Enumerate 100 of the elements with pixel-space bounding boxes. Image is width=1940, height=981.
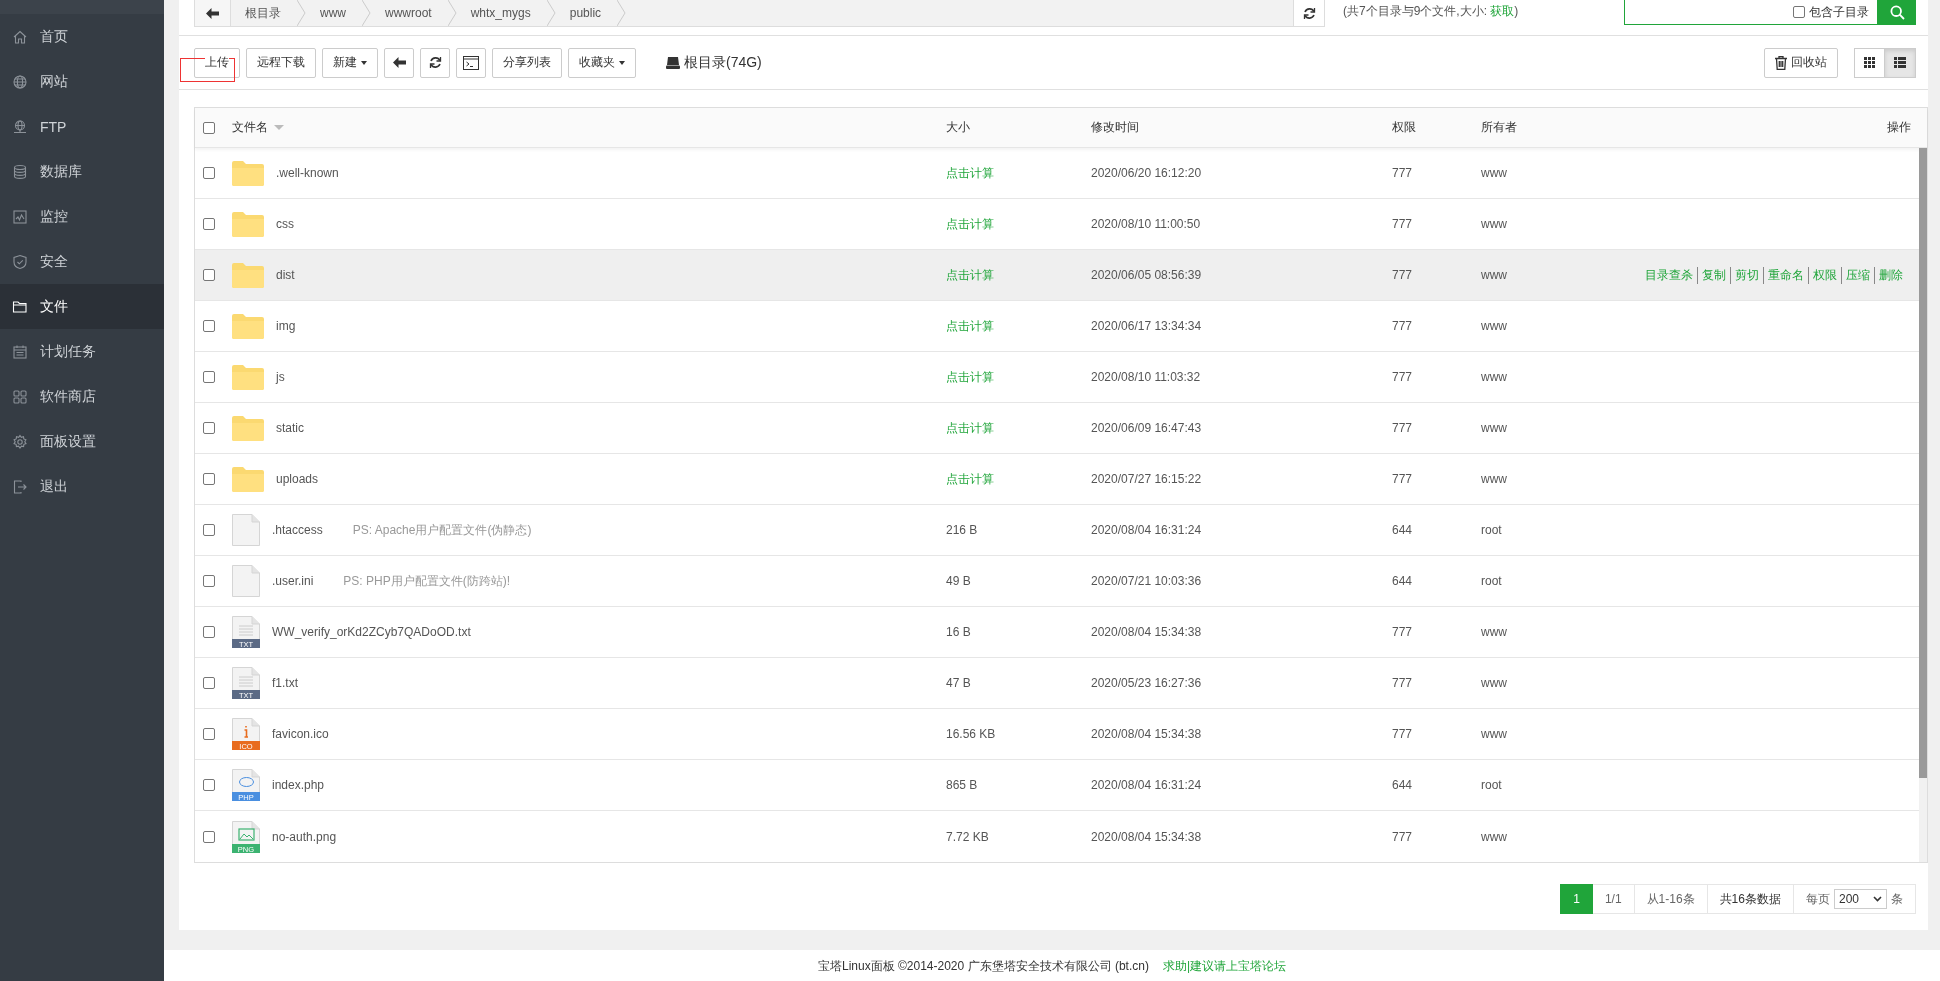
sidebar-item[interactable]: 软件商店: [0, 374, 164, 419]
dropdown-button[interactable]: 收藏夹: [568, 47, 636, 78]
terminal-button[interactable]: [456, 47, 486, 78]
folder-icon: [232, 211, 264, 237]
file-name[interactable]: js: [276, 370, 285, 384]
recycle-bin-button[interactable]: 回收站: [1764, 47, 1838, 78]
modified-time: 2020/07/21 10:03:36: [1091, 574, 1203, 588]
file-name[interactable]: uploads: [276, 472, 319, 486]
toolbar-button[interactable]: 分享列表: [492, 47, 562, 78]
dropdown-button[interactable]: 新建: [322, 47, 378, 78]
refresh-button[interactable]: [420, 47, 450, 78]
permission: 644: [1392, 523, 1414, 537]
refresh-icon: [428, 56, 442, 69]
folder-icon: [232, 415, 264, 441]
file-row[interactable]: uploads 点击计算 2020/07/27 16:15:22 777 www: [195, 454, 1919, 505]
breadcrumb-item[interactable]: wwwroot: [371, 0, 448, 26]
file-name[interactable]: img: [276, 319, 296, 333]
file-row[interactable]: js 点击计算 2020/08/10 11:03:32 777 www: [195, 352, 1919, 403]
row-checkbox[interactable]: [203, 728, 215, 740]
owner: www: [1481, 625, 1508, 639]
breadcrumb-item[interactable]: www: [306, 0, 362, 26]
grid-view-button[interactable]: [1854, 47, 1885, 78]
toolbar-button[interactable]: 远程下载: [246, 47, 316, 78]
row-checkbox[interactable]: [203, 320, 215, 332]
back-button[interactable]: [195, 0, 231, 26]
per-page-select[interactable]: 200: [1833, 889, 1887, 909]
back-button[interactable]: [384, 47, 414, 78]
sidebar-item[interactable]: 数据库: [0, 149, 164, 194]
file-name[interactable]: f1.txt: [272, 676, 298, 690]
sidebar-item[interactable]: FTP: [0, 104, 164, 149]
file-note: PS: Apache用户配置文件(伪静态): [352, 521, 532, 539]
chevron-down-icon: [1873, 896, 1882, 902]
breadcrumb-item[interactable]: 根目录: [231, 0, 297, 26]
file-name[interactable]: css: [276, 217, 294, 231]
sidebar-item[interactable]: 安全: [0, 239, 164, 284]
sidebar-item[interactable]: 面板设置: [0, 419, 164, 464]
owner: www: [1481, 166, 1508, 180]
refresh-button[interactable]: [1293, 0, 1324, 26]
file-name[interactable]: no-auth.png: [272, 829, 337, 844]
row-checkbox[interactable]: [203, 269, 215, 281]
modified-time: 2020/05/23 16:27:36: [1091, 676, 1203, 690]
search-field[interactable]: 包含子目录: [1624, 0, 1878, 25]
file-row[interactable]: .well-known 点击计算 2020/06/20 16:12:20 777 www: [195, 148, 1919, 199]
permission: 777: [1392, 472, 1414, 486]
modified-time: 2020/07/27 16:15:22: [1091, 472, 1203, 486]
sidebar-item[interactable]: 计划任务: [0, 329, 164, 374]
sidebar-item[interactable]: 首页: [0, 14, 164, 59]
row-checkbox[interactable]: [203, 779, 215, 791]
page-count: 1/1: [1592, 884, 1635, 914]
file-size: 47 B: [946, 676, 972, 690]
file-row[interactable]: .htaccess PS: Apache用户配置文件(伪静态) 216 B 2020/08/04 16:31:24 644 root: [195, 505, 1919, 556]
grid-icon: [1864, 57, 1875, 68]
list-view-button[interactable]: [1885, 47, 1916, 78]
file-row[interactable]: .user.ini PS: PHP用户配置文件(防跨站)! 49 B 2020/07/21 10:03:36 644 root: [195, 556, 1919, 607]
file-name[interactable]: favicon.ico: [272, 727, 329, 741]
folder-icon: [12, 298, 28, 315]
sidebar-item[interactable]: 网站: [0, 59, 164, 104]
breadcrumb-item[interactable]: whtx_mygs: [456, 0, 547, 26]
modified-time: 2020/08/04 15:34:38: [1091, 625, 1203, 639]
row-checkbox[interactable]: [203, 626, 215, 638]
file-name[interactable]: .well-known: [276, 166, 339, 180]
breadcrumb-item[interactable]: public: [555, 0, 618, 26]
file-name[interactable]: .htaccess: [272, 523, 323, 537]
permission: 777: [1392, 421, 1414, 435]
file-row[interactable]: static 点击计算 2020/06/09 16:47:43 777 www: [195, 403, 1919, 454]
sidebar-item[interactable]: 退出: [0, 464, 164, 509]
file-name[interactable]: WW_verify_orKd2ZCyb7QADoOD.txt: [272, 625, 471, 639]
gear-icon: [12, 433, 28, 450]
row-checkbox[interactable]: [203, 830, 215, 843]
file-name[interactable]: dist: [276, 268, 295, 282]
search-button[interactable]: [1878, 0, 1916, 25]
file-row[interactable]: dist 点击计算 2020/06/05 08:56:39 777 www 目录查杀 复制 剪切 重命名 权限 压缩 删除: [195, 250, 1919, 301]
row-checkbox[interactable]: [203, 677, 215, 689]
search-icon: [1889, 5, 1905, 20]
row-checkbox[interactable]: [203, 218, 215, 230]
item-range: 从1-16条: [1634, 884, 1708, 914]
toolbar-button[interactable]: 上传: [194, 47, 240, 78]
file-name[interactable]: index.php: [272, 778, 325, 792]
row-checkbox[interactable]: [203, 371, 215, 383]
select-all-checkbox[interactable]: [203, 121, 215, 134]
column-header[interactable]: 文件名: [232, 119, 946, 136]
blank-file-icon: [232, 565, 260, 597]
row-checkbox[interactable]: [203, 473, 215, 485]
row-checkbox[interactable]: [203, 575, 215, 587]
refresh-icon: [1302, 6, 1316, 20]
file-row[interactable]: img 点击计算 2020/06/17 13:34:34 777 www: [195, 301, 1919, 352]
sidebar-item[interactable]: 监控: [0, 194, 164, 239]
permission: 644: [1392, 778, 1414, 792]
file-name[interactable]: .user.ini: [272, 574, 314, 588]
row-checkbox[interactable]: [203, 524, 215, 536]
permission: 644: [1392, 574, 1414, 588]
blank-file-icon: [232, 514, 260, 546]
include-subdirs-checkbox[interactable]: [1793, 6, 1805, 18]
row-checkbox[interactable]: [203, 167, 215, 179]
row-checkbox[interactable]: [203, 422, 215, 434]
sidebar-item[interactable]: 文件: [0, 284, 164, 329]
logout-icon: [12, 478, 28, 495]
file-name[interactable]: static: [276, 421, 304, 435]
modified-time: 2020/08/10 11:03:32: [1091, 370, 1202, 384]
scrollbar[interactable]: [1919, 148, 1927, 862]
